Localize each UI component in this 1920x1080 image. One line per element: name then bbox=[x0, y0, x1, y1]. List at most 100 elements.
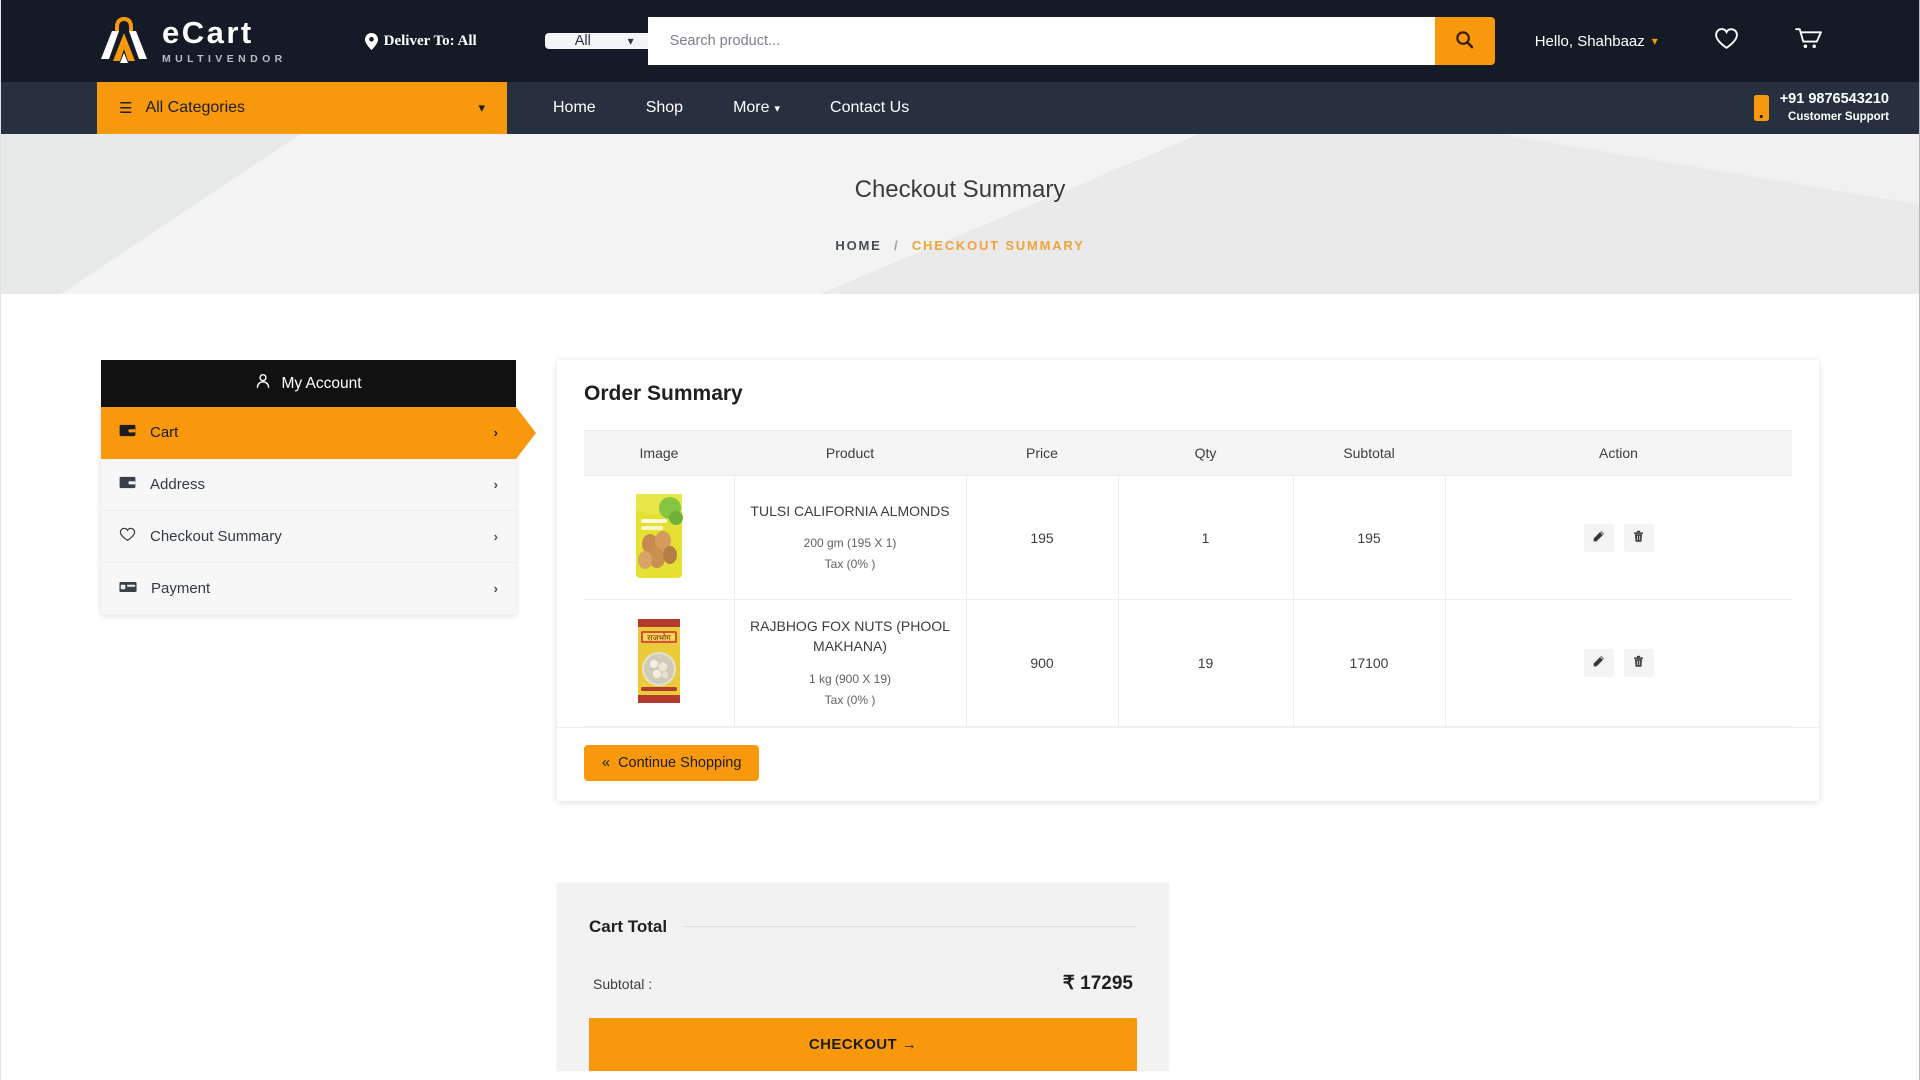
nav-item-more[interactable]: More ▾ bbox=[725, 99, 788, 117]
checkout-button[interactable]: CHECKOUT → bbox=[589, 1017, 1137, 1071]
chevron-right-icon: › bbox=[493, 581, 498, 596]
pencil-icon bbox=[1592, 655, 1605, 671]
search-input[interactable] bbox=[647, 17, 1435, 65]
customer-support[interactable]: +91 9876543210 Customer Support bbox=[1753, 90, 1889, 125]
continue-shopping-button[interactable]: « Continue Shopping bbox=[584, 744, 760, 781]
order-table-wrapper: Image Product Price Qty Subtotal Action bbox=[557, 430, 1819, 727]
double-chevron-left-icon: « bbox=[602, 754, 611, 771]
card-icon bbox=[119, 580, 137, 597]
product-variant: 200 gm (195 X 1) bbox=[803, 535, 897, 550]
logo-name: eCart bbox=[162, 15, 254, 51]
mobile-phone-icon bbox=[1753, 94, 1769, 121]
edit-item-button[interactable] bbox=[1583, 648, 1614, 677]
column-header-product: Product bbox=[734, 430, 966, 476]
delete-item-button[interactable] bbox=[1623, 648, 1654, 677]
wallet-icon bbox=[119, 476, 136, 493]
cart-total-panel: Cart Total Subtotal : ₹ 17295 CHECKOUT → bbox=[557, 882, 1169, 1071]
edit-item-button[interactable] bbox=[1583, 523, 1614, 552]
nav-label: Shop bbox=[645, 99, 684, 116]
cell-subtotal: 195 bbox=[1292, 475, 1446, 600]
cell-product-image bbox=[584, 475, 735, 600]
page-title: Checkout Summary bbox=[854, 175, 1066, 203]
cell-product-details: TULSI CALIFORNIA ALMONDS 200 gm (195 X 1… bbox=[733, 475, 967, 600]
ecart-logo-icon bbox=[97, 13, 151, 69]
heart-icon bbox=[119, 527, 136, 546]
arrow-right-icon: → bbox=[901, 1035, 918, 1053]
chevron-down-icon: ▾ bbox=[478, 100, 485, 115]
top-header: eCart MULTIVENDOR Deliver To: All All ▾ bbox=[1, 0, 1919, 82]
order-column: Order Summary Image Product Price Qty Su… bbox=[557, 360, 1819, 1071]
chevron-down-icon: ▾ bbox=[774, 102, 781, 115]
cart-icon bbox=[1794, 27, 1822, 55]
logo-subtitle: MULTIVENDOR bbox=[162, 53, 287, 66]
search-category-dropdown[interactable]: All ▾ bbox=[544, 17, 648, 65]
deliver-to-selector[interactable]: Deliver To: All bbox=[364, 32, 477, 50]
site-logo[interactable]: eCart MULTIVENDOR bbox=[97, 13, 287, 69]
nav-item-home[interactable]: Home bbox=[545, 99, 604, 117]
search-button[interactable] bbox=[1434, 17, 1495, 65]
wishlist-button[interactable] bbox=[1714, 27, 1739, 55]
search-icon bbox=[1455, 30, 1474, 52]
order-summary-title: Order Summary bbox=[584, 382, 743, 405]
pencil-icon bbox=[1592, 530, 1605, 546]
chevron-down-icon: ▾ bbox=[1651, 34, 1658, 48]
sidebar-item-label: Address bbox=[150, 476, 206, 493]
sidebar-item-payment[interactable]: Payment › bbox=[101, 563, 516, 615]
main-navigation: ☰ All Categories ▾ Home Shop More ▾ Cont… bbox=[1, 82, 1919, 134]
product-tax: Tax (0% ) bbox=[824, 557, 876, 572]
trash-icon bbox=[1632, 655, 1645, 671]
chevron-right-icon: › bbox=[493, 529, 498, 544]
column-header-action: Action bbox=[1445, 430, 1792, 476]
cell-price: 900 bbox=[965, 599, 1119, 727]
delete-item-button[interactable] bbox=[1623, 523, 1654, 552]
cell-actions bbox=[1444, 599, 1792, 727]
sidebar-item-address[interactable]: Address › bbox=[101, 459, 516, 511]
nav-item-shop[interactable]: Shop bbox=[638, 99, 691, 117]
wallet-icon bbox=[119, 424, 136, 441]
cell-actions bbox=[1444, 475, 1792, 600]
heart-icon bbox=[1714, 27, 1739, 55]
hamburger-icon: ☰ bbox=[119, 100, 133, 117]
account-sidebar: My Account Cart › Address › Checkout Sum… bbox=[101, 360, 536, 1071]
product-thumbnail-almonds bbox=[630, 492, 688, 580]
breadcrumb: HOME / CHECKOUT SUMMARY bbox=[835, 238, 1084, 253]
all-categories-dropdown[interactable]: ☰ All Categories ▾ bbox=[97, 82, 507, 134]
column-header-subtotal: Subtotal bbox=[1293, 430, 1445, 476]
account-menu[interactable]: Hello, Shahbaaz ▾ bbox=[1535, 33, 1658, 50]
cart-total-header: Cart Total bbox=[589, 917, 1137, 937]
support-label: Customer Support bbox=[1788, 111, 1889, 124]
breadcrumb-separator: / bbox=[894, 237, 900, 253]
nav-item-contact-us[interactable]: Contact Us bbox=[822, 99, 917, 117]
nav-label: Contact Us bbox=[830, 99, 910, 116]
cell-price: 195 bbox=[965, 475, 1119, 600]
search-category-select[interactable]: All bbox=[544, 33, 648, 49]
cart-subtotal-row: Subtotal : ₹ 17295 bbox=[589, 972, 1137, 995]
support-phone-number: +91 9876543210 bbox=[1779, 91, 1889, 108]
my-account-header: My Account bbox=[101, 360, 516, 407]
order-summary-panel: Order Summary Image Product Price Qty Su… bbox=[557, 360, 1819, 801]
chevron-right-icon: › bbox=[493, 477, 498, 492]
sidebar-list: Cart › Address › Checkout Summary › Paym… bbox=[101, 407, 536, 615]
cell-product-details: RAJBHOG FOX NUTS (PHOOL MAKHANA) 1 kg (9… bbox=[733, 599, 967, 727]
breadcrumb-current: CHECKOUT SUMMARY bbox=[911, 237, 1085, 253]
banner-pattern bbox=[1, 134, 1919, 294]
trash-icon bbox=[1632, 530, 1645, 546]
sidebar-item-label: Checkout Summary bbox=[150, 528, 282, 545]
column-header-image: Image bbox=[584, 430, 734, 476]
sidebar-item-cart[interactable]: Cart › bbox=[101, 407, 536, 459]
table-header-row: Image Product Price Qty Subtotal Action bbox=[584, 430, 1792, 476]
account-greeting: Hello, Shahbaaz bbox=[1534, 32, 1645, 50]
cell-product-image: राजभोग bbox=[584, 599, 735, 727]
table-row: राजभोग RAJBHOG FOX NUTS (PHOOL MAKHANA) … bbox=[584, 599, 1792, 727]
table-row: TULSI CALIFORNIA ALMONDS 200 gm (195 X 1… bbox=[584, 475, 1792, 600]
all-categories-label: All Categories bbox=[145, 99, 246, 116]
chevron-right-icon: › bbox=[493, 425, 498, 440]
sidebar-item-checkout-summary[interactable]: Checkout Summary › bbox=[101, 511, 516, 563]
location-pin-icon bbox=[364, 32, 378, 50]
page-banner: Checkout Summary HOME / CHECKOUT SUMMARY bbox=[1, 134, 1919, 294]
cart-subtotal-value: ₹ 17295 bbox=[1062, 972, 1133, 994]
breadcrumb-home[interactable]: HOME bbox=[835, 238, 881, 253]
product-name: TULSI CALIFORNIA ALMONDS bbox=[750, 502, 950, 519]
cart-total-title: Cart Total bbox=[589, 916, 668, 936]
cart-button[interactable] bbox=[1794, 27, 1822, 55]
